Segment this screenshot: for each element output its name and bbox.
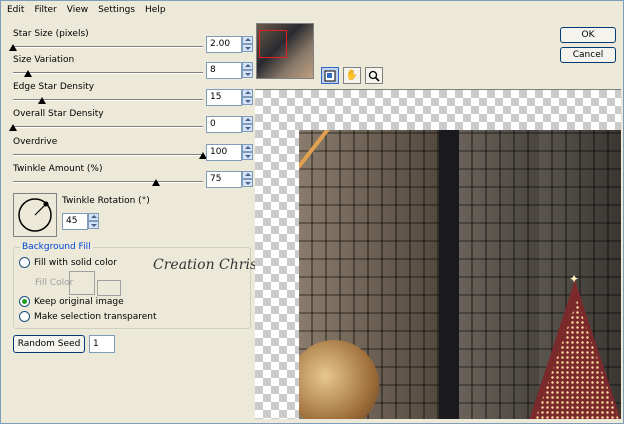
building [459,130,539,419]
value-input[interactable]: 0 [206,116,242,133]
param-label: Overall Star Density [13,109,104,119]
spin-up-icon[interactable] [242,116,253,124]
slider-track[interactable] [13,46,203,48]
fill-color-swatch-secondary[interactable] [97,280,121,296]
filter-dialog: Edit Filter View Settings Help Star Size… [0,0,624,424]
radio-icon[interactable] [19,257,30,268]
navigate-icon[interactable] [321,67,339,84]
fill-color-swatch[interactable] [69,271,95,295]
hand-icon[interactable]: ✋ [343,67,361,84]
menu-filter[interactable]: Filter [29,2,61,18]
spin-buttons[interactable] [88,213,99,230]
param-label: Size Variation [13,55,75,65]
radio-label: Fill with solid color [34,257,117,268]
spin-up-icon[interactable] [242,144,253,152]
spin-up-icon[interactable] [242,171,253,179]
slider-track[interactable] [13,126,203,128]
param-size-variation: Size Variation 8 [9,55,253,83]
slider-track[interactable] [13,72,203,74]
slider-thumb[interactable] [37,97,46,104]
spin-down-icon[interactable] [242,70,253,78]
menu-settings[interactable]: Settings [93,2,140,18]
slider-thumb[interactable] [9,44,17,51]
menu-help[interactable]: Help [140,2,171,18]
twinkle-rotation-input[interactable]: 45 [62,213,88,230]
value-input[interactable]: 2.00 [206,36,242,53]
rotation-dial[interactable] [13,193,57,237]
background-fill-title: Background Fill [20,242,93,252]
slider-track[interactable] [13,181,203,183]
cancel-button[interactable]: Cancel [560,47,616,63]
settings-panel: Star Size (pixels) 2.00 Size Variation 8… [5,21,255,421]
menu-bar: Edit Filter View Settings Help [2,2,622,18]
param-overall-star-density: Overall Star Density 0 [9,109,253,137]
spin-down-icon[interactable] [242,152,253,160]
param-label: Star Size (pixels) [13,29,89,39]
spin-down-icon[interactable] [242,179,253,187]
radio-checked-icon[interactable] [19,296,30,307]
spin-down-icon[interactable] [242,44,253,52]
param-label: Overdrive [13,137,58,147]
param-edge-star-density: Edge Star Density 15 [9,82,253,110]
spin-buttons[interactable] [242,62,253,79]
fill-color-label: Fill Color [35,278,74,288]
spin-down-icon[interactable] [242,97,253,105]
slider-thumb[interactable] [24,70,33,77]
spin-down-icon[interactable] [242,124,253,132]
param-label: Twinkle Amount (%) [13,164,103,174]
slider-thumb[interactable] [9,124,17,131]
random-seed-button[interactable]: Random Seed [13,335,85,353]
zoom-icon[interactable] [365,67,383,84]
radio-make-transparent[interactable]: Make selection transparent [19,311,157,322]
radio-icon[interactable] [19,311,30,322]
value-input[interactable]: 15 [206,89,242,106]
star-icon: ✦ [569,272,580,286]
param-overdrive: Overdrive 100 [9,137,253,165]
radio-fill-solid[interactable]: Fill with solid color [19,257,117,268]
radio-label: Keep original image [34,296,124,307]
dial-icon [18,198,52,232]
param-star-size: Star Size (pixels) 2.00 [9,29,253,57]
spin-up-icon[interactable] [242,89,253,97]
slider-track[interactable] [13,154,203,156]
ok-button[interactable]: OK [560,27,616,43]
preview-canvas[interactable]: ✦ [255,89,621,419]
value-input[interactable]: 8 [206,62,242,79]
spin-buttons[interactable] [242,144,253,161]
spin-up-icon[interactable] [88,213,99,221]
watermark-text: Creation Christa [153,257,255,273]
random-seed-input[interactable]: 1 [89,335,115,353]
radio-keep-original[interactable]: Keep original image [19,296,124,307]
menu-view[interactable]: View [62,2,93,18]
twinkle-rotation-label: Twinkle Rotation (°) [62,196,150,206]
spin-up-icon[interactable] [242,36,253,44]
spin-down-icon[interactable] [88,221,99,229]
navigator-selection[interactable] [259,30,287,58]
param-twinkle-amount: Twinkle Amount (%) 75 [9,164,253,192]
menu-edit[interactable]: Edit [2,2,29,18]
radio-label: Make selection transparent [34,311,157,322]
value-input[interactable]: 100 [206,144,242,161]
preview-image: ✦ [299,130,621,419]
spin-up-icon[interactable] [242,62,253,70]
spin-buttons[interactable] [242,116,253,133]
spin-buttons[interactable] [242,89,253,106]
param-label: Edge Star Density [13,82,95,92]
slider-thumb[interactable] [151,179,160,186]
spin-buttons[interactable] [242,36,253,53]
spin-buttons[interactable] [242,171,253,188]
navigator-thumbnail[interactable] [256,23,314,79]
value-input[interactable]: 75 [206,171,242,188]
